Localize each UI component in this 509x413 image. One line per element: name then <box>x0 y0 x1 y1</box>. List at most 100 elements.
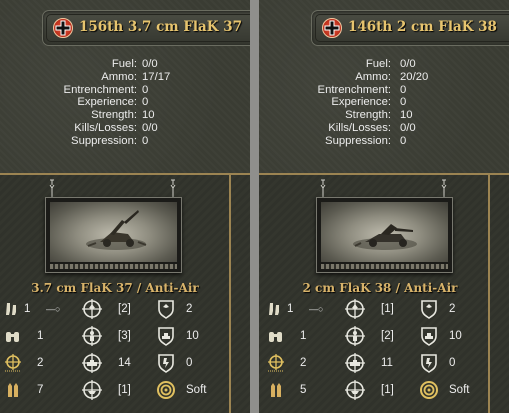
attr-row-spotting: 1 [3] 10 <box>0 323 230 350</box>
air-defense-value: 2 <box>186 303 193 315</box>
stat-label: Strength: <box>345 109 391 122</box>
hard-attack-crosshair-icon <box>82 353 102 373</box>
stat-row-ammo: Ammo: 17/17 <box>0 71 250 84</box>
attr-row-movement: 1 —○ [1] 2 <box>263 296 493 323</box>
ground-defense-value: 10 <box>186 330 199 342</box>
unit-name-plate: 156th 3.7 cm FlaK 37 <box>42 10 250 46</box>
stat-label: Ammo: <box>355 70 391 83</box>
movement-type-arrow-icon: —○ <box>309 304 324 314</box>
unit-attributes-grid: 1 —○ [1] 2 1 [2] 1 0 2 11 0 5 [1] Soft <box>263 296 493 404</box>
target-type-icon <box>420 381 438 399</box>
close-defense-value: 0 <box>186 357 193 369</box>
spotting-value: 1 <box>37 330 44 342</box>
spotting-binoculars-icon <box>269 332 282 342</box>
stat-label: Ammo: <box>101 70 137 83</box>
stat-label: Suppression: <box>325 134 391 147</box>
range-crosshair-icon <box>268 354 284 372</box>
stat-row-kills-losses: Kills/Losses: 0/0 <box>0 122 250 135</box>
soft-attack-value: [2] <box>381 330 394 342</box>
stat-row-strength: Strength: 10 <box>0 109 250 122</box>
hard-attack-value: 14 <box>118 357 131 369</box>
stat-row-kills-losses: Kills/Losses: 0/0 <box>259 122 509 135</box>
range-crosshair-icon <box>5 354 21 372</box>
spotting-binoculars-icon <box>6 332 19 342</box>
stat-value: 0/0 <box>142 121 158 134</box>
unit-class-label: 3.7 cm FlaK 37 / Anti-Air <box>31 281 199 295</box>
attr-row-range: 2 11 0 <box>263 350 493 377</box>
panel-divider <box>250 0 259 413</box>
stat-value: 0/0 <box>400 121 416 134</box>
naval-attack-crosshair-icon <box>345 380 365 400</box>
movement-value: 1 <box>287 303 294 315</box>
unit-info-panel-left: 156th 3.7 cm FlaK 37 Fuel: 0/0 Ammo: 17/17… <box>0 0 250 413</box>
naval-attack-value: [1] <box>118 384 131 396</box>
naval-attack-value: [1] <box>381 384 394 396</box>
range-value: 2 <box>37 357 44 369</box>
naval-attack-crosshair-icon <box>82 380 102 400</box>
flak-gun-picture <box>353 224 417 250</box>
attr-row-range: 2 14 0 <box>0 350 230 377</box>
stat-label: Strength: <box>91 109 137 122</box>
unit-info-panel-right: 146th 2 cm FlaK 38 Fuel: 0/0 Ammo: 20/20 E… <box>259 0 509 413</box>
air-attack-value: [2] <box>118 303 131 315</box>
stat-value: 20/20 <box>400 70 429 83</box>
air-attack-value: [1] <box>381 303 394 315</box>
stat-label: Experience: <box>331 96 391 109</box>
ammo-value: 5 <box>300 384 307 396</box>
movement-boots-icon <box>6 303 16 315</box>
close-defense-shield-icon <box>421 354 437 373</box>
stat-value: 0 <box>400 83 407 96</box>
stat-value: 0/0 <box>400 58 416 70</box>
target-type-value: Soft <box>449 384 470 396</box>
ground-defense-shield-icon <box>158 327 174 346</box>
unit-name-plate: 146th 2 cm FlaK 38 <box>311 10 509 46</box>
stat-value: 0 <box>142 83 149 96</box>
stat-label: Kills/Losses: <box>74 121 137 134</box>
air-attack-crosshair-icon <box>82 299 102 319</box>
stat-row-suppression: Suppression: 0 <box>0 135 250 148</box>
range-value: 2 <box>300 357 307 369</box>
soft-attack-crosshair-icon <box>82 326 102 346</box>
unit-picture-frame <box>316 197 453 273</box>
stat-label: Entrenchment: <box>63 83 137 96</box>
soft-attack-crosshair-icon <box>345 326 365 346</box>
unit-stats: Fuel: 0/0 Ammo: 17/17 Entrenchment: 0 Exper… <box>0 58 250 148</box>
stat-row-fuel: Fuel: 0/0 <box>0 58 250 71</box>
attr-row-movement: 1 —○ [2] 2 <box>0 296 230 323</box>
ammo-shells-icon <box>8 383 18 397</box>
stat-value: 0 <box>142 96 149 109</box>
air-defense-value: 2 <box>449 303 456 315</box>
movement-type-arrow-icon: —○ <box>46 304 61 314</box>
air-defense-shield-icon <box>421 300 437 319</box>
ammo-shells-icon <box>271 383 281 397</box>
close-defense-value: 0 <box>449 357 456 369</box>
stat-value: 0 <box>400 96 407 109</box>
hanging-hook-icon <box>170 179 176 197</box>
soft-attack-value: [3] <box>118 330 131 342</box>
ammo-value: 7 <box>37 384 44 396</box>
spotting-value: 1 <box>300 330 307 342</box>
target-type-icon <box>157 381 175 399</box>
stat-label: Fuel: <box>365 58 391 70</box>
attr-row-ammo: 5 [1] Soft <box>263 377 493 404</box>
close-defense-shield-icon <box>158 354 174 373</box>
stat-row-entrenchment: Entrenchment: 0 <box>0 84 250 97</box>
target-type-value: Soft <box>186 384 207 396</box>
stat-label: Suppression: <box>71 134 137 147</box>
stat-value: 10 <box>400 109 413 122</box>
movement-value: 1 <box>24 303 31 315</box>
hard-attack-value: 11 <box>381 357 393 369</box>
stat-row-experience: Experience: 0 <box>0 96 250 109</box>
stat-value: 10 <box>142 109 155 122</box>
hanging-hook-icon <box>49 179 55 197</box>
stat-value: 0 <box>400 134 407 147</box>
nation-roundel-icon <box>322 18 342 38</box>
hard-attack-crosshair-icon <box>345 353 365 373</box>
stat-row-entrenchment: Entrenchment: 0 <box>259 84 509 97</box>
unit-name: 156th 3.7 cm FlaK 37 <box>79 19 243 35</box>
air-defense-shield-icon <box>158 300 174 319</box>
stat-row-experience: Experience: 0 <box>259 96 509 109</box>
stat-value: 0 <box>142 134 149 147</box>
stat-value: 0/0 <box>142 58 158 70</box>
stat-value: 17/17 <box>142 70 171 83</box>
